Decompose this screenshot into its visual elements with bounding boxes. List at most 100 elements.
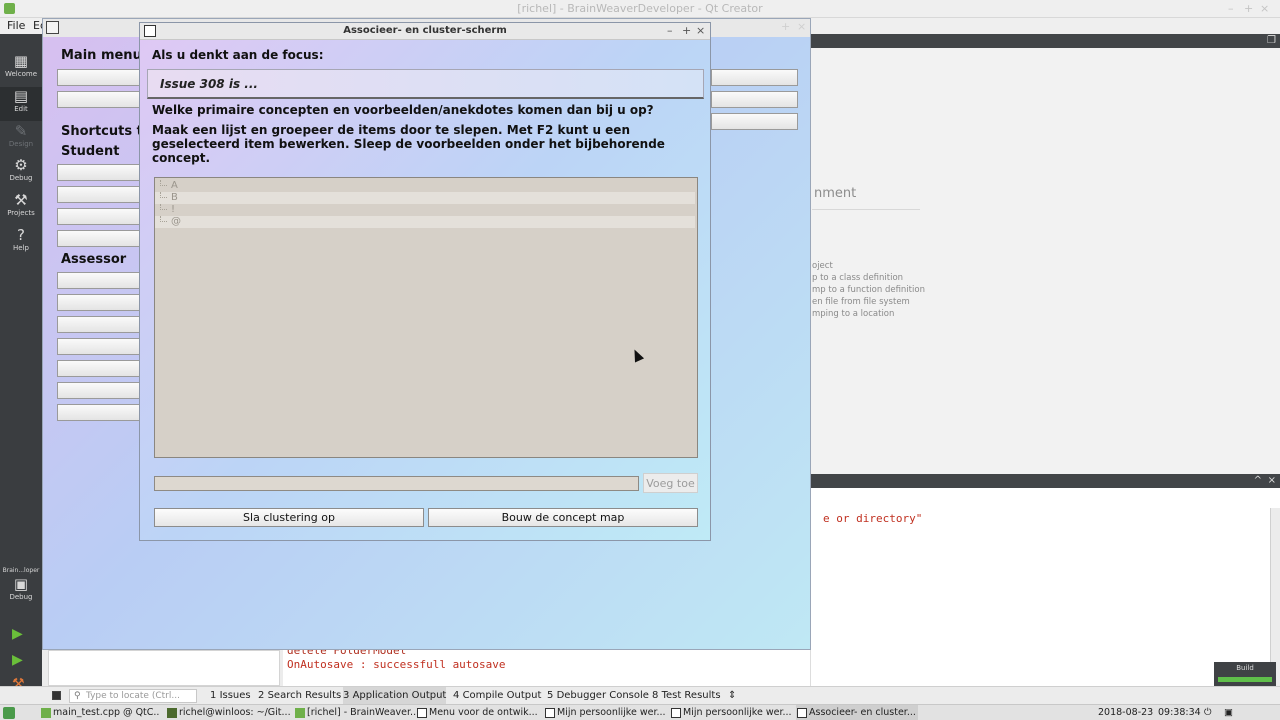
window-icon [671,708,681,718]
tree-item-label: @ [171,216,181,227]
output-tab-debugger-console[interactable]: 5 Debugger Console [547,687,649,705]
start-menu-icon[interactable] [3,707,15,719]
student-shortcut-button[interactable] [57,208,141,225]
lock-icon[interactable]: ▣ [1224,705,1233,720]
assessor-shortcut-button[interactable] [57,360,141,377]
build-progress-bar [1218,677,1272,682]
toggle-sidebar-icon[interactable] [52,691,61,700]
output-scrollbar[interactable] [1270,508,1280,686]
mode-debug[interactable]: ⚙ Debug [0,156,42,190]
assessor-shortcut-button[interactable] [57,404,141,421]
assessor-heading: Assessor [61,252,127,267]
new-item-input[interactable] [154,476,639,491]
taskbar-item[interactable]: main_test.cpp @ QtC... [40,705,160,720]
output-tab-test-results[interactable]: 8 Test Results [652,687,721,705]
tree-item[interactable]: @ [155,216,695,228]
brainweaver-minimize-button[interactable]: + [781,19,790,35]
tip-line: mp to a function definition [812,285,925,295]
close-output-icon[interactable]: × [1268,474,1276,487]
grid-icon: ▦ [13,52,29,70]
kit-project-label: Brain...loper [2,567,40,574]
mode-welcome[interactable]: ▦ Welcome [0,52,42,86]
mode-label: Help [13,244,29,252]
main-menu-button[interactable] [57,69,141,86]
student-shortcut-button[interactable] [57,230,141,247]
tip-line: oject [812,261,833,271]
main-menu-button[interactable] [711,91,798,108]
restore-icon[interactable]: ❐ [1267,34,1276,47]
taskbar-item-active[interactable]: Associeer- en cluster... [796,705,918,720]
mode-design[interactable]: ✎ Design [0,122,42,156]
tab-label: Compile Output [462,690,542,701]
assessor-shortcut-button[interactable] [57,316,141,333]
output-tab-issues[interactable]: 1 Issues [210,687,251,705]
tab-number: 3 [343,690,350,701]
save-clustering-button[interactable]: Sla clustering op [154,508,424,527]
dialog-minimize-button[interactable]: – [667,23,673,38]
brainweaver-close-button[interactable]: × [797,19,806,35]
mode-label: Debug [9,174,33,182]
student-shortcut-button[interactable] [57,186,141,203]
locator-input[interactable]: ⚲ Type to locate (Ctrl... [69,689,197,703]
tree-item[interactable]: B [155,192,695,204]
tip-line: mping to a location [812,309,895,319]
qtcreator-minimize-button[interactable]: – [1228,0,1234,17]
add-item-button[interactable]: Voeg toe [643,473,698,493]
output-tab-application-output[interactable]: 3 Application Output [343,687,447,705]
build-label: Build [1236,664,1254,672]
assessor-shortcut-button[interactable] [57,382,141,399]
cluster-dialog: Associeer- en cluster-scherm – + × Als u… [139,22,711,541]
student-shortcut-button[interactable] [57,164,141,181]
debug-run-icon[interactable]: ▶ [12,652,23,668]
mode-edit[interactable]: ▤ Edit [0,87,42,121]
taskbar-item[interactable]: Mijn persoonlijke wer... [670,705,794,720]
tab-label: Debugger Console [556,690,649,701]
dialog-maximize-button[interactable]: + [682,23,691,38]
assessor-shortcut-button[interactable] [57,294,141,311]
cluster-instructions: Maak een lijst en groepeer de items door… [152,123,665,165]
mode-help[interactable]: ? Help [0,226,42,260]
output-tab-search-results[interactable]: 2 Search Results [258,687,341,705]
qtcreator-maximize-button[interactable]: + [1244,0,1253,17]
more-tabs-icon[interactable]: ⇕ [728,687,736,705]
output-text-fragment: e or directory" [823,512,923,525]
tab-number: 2 [258,690,265,701]
taskbar-item-label: richel@winloos: ~/Git... [179,707,291,718]
student-heading: Student [61,144,120,159]
output-tab-compile-output[interactable]: 4 Compile Output [453,687,541,705]
tab-label: Search Results [267,690,342,701]
qtcreator-close-button[interactable]: × [1260,0,1269,17]
menu-file[interactable]: File [7,18,25,33]
application-output-text: delete FolderModel OnAutosave : successf… [283,644,810,686]
build-concept-map-button[interactable]: Bouw de concept map [428,508,698,527]
run-icon[interactable]: ▶ [12,626,23,642]
window-icon [417,708,427,718]
focus-question-box: Issue 308 is ... [147,69,704,99]
taskbar-item[interactable]: Menu voor de ontwik... [416,705,542,720]
tree-item[interactable]: ! [155,204,695,216]
window-icon [545,708,555,718]
tray-time: 09:38:34 [1158,707,1201,718]
build-concept-map-label: Bouw de concept map [501,511,625,524]
tips-list: oject p to a class definition mp to a fu… [812,260,925,320]
taskbar-item[interactable]: [richel] - BrainWeaver... [294,705,416,720]
taskbar-item-label: Associeer- en cluster... [809,707,916,718]
assessor-shortcut-button[interactable] [57,338,141,355]
power-icon[interactable]: ⏻ [1204,705,1212,720]
cluster-tree[interactable]: A B ! @ [154,177,698,458]
tree-item[interactable]: A [155,180,695,192]
focus-question: Issue 308 is ... [160,77,258,91]
taskbar-item-label: main_test.cpp @ QtC... [53,707,160,718]
dialog-close-button[interactable]: × [696,23,705,38]
main-menu-button[interactable] [57,91,141,108]
main-menu-button[interactable] [711,113,798,130]
assessor-shortcut-button[interactable] [57,272,141,289]
maximize-output-icon[interactable]: ^ [1254,474,1262,487]
kit-selector[interactable]: Brain...loper ▣ Debug [0,566,42,614]
taskbar-item[interactable]: Mijn persoonlijke wer... [544,705,670,720]
main-menu-button[interactable] [711,69,798,86]
mode-label: Welcome [4,70,38,78]
taskbar-item[interactable]: richel@winloos: ~/Git... [166,705,294,720]
mode-projects[interactable]: ⚒ Projects [0,191,42,225]
dialog-title: Associeer- en cluster-scherm [343,25,507,36]
